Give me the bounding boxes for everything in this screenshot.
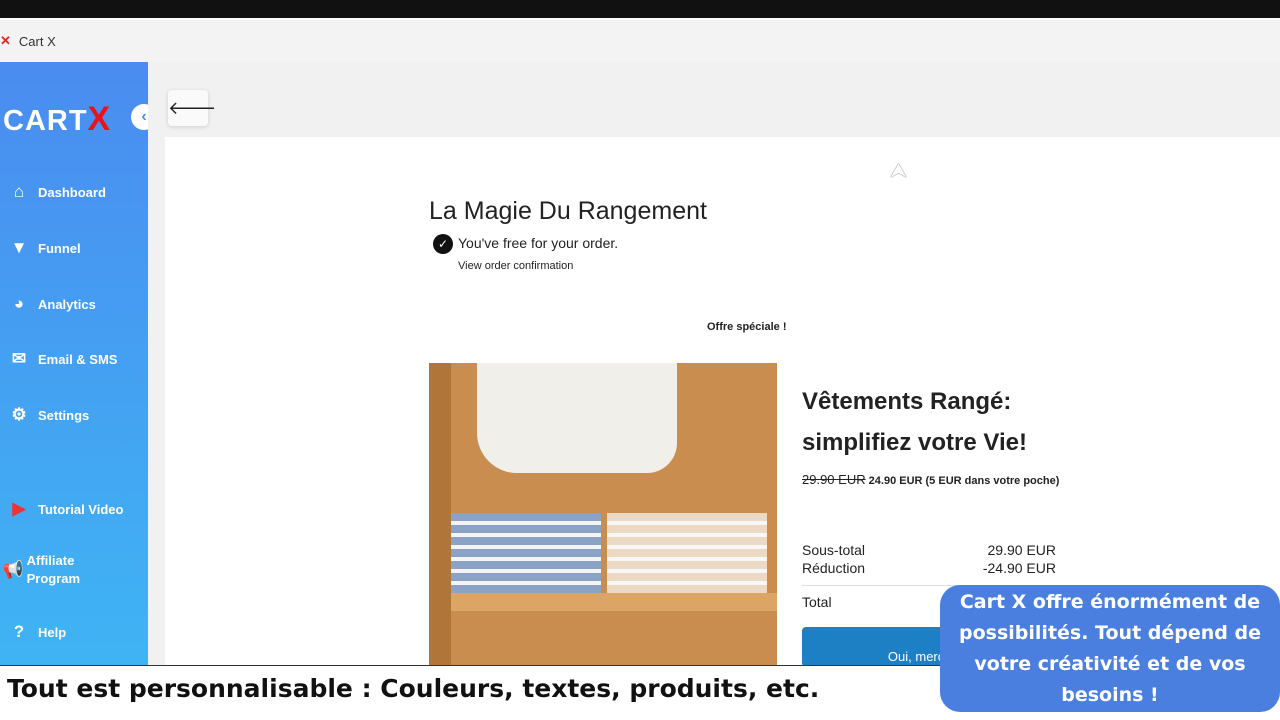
tab-title[interactable]: Cart X [19,34,56,49]
summary-row-discount: Réduction -24.90 EUR [802,560,1056,576]
sidebar-item-funnel[interactable]: ▼ Funnel [0,238,148,258]
cartx-favicon-icon: ✕ [0,33,11,48]
video-icon: ▶ [12,499,26,518]
funnel-icon: ▼ [10,238,28,257]
back-button[interactable]: 🡐 [168,90,216,126]
email-icon: ✉ [11,349,27,368]
sidebar-item-affiliate[interactable]: 📢 Affiliate Program [0,552,100,588]
megaphone-icon: 📢 [2,560,24,579]
top-border [0,0,1280,20]
sidebar-item-analytics[interactable]: ◕ Analytics [0,294,148,314]
check-icon: ✓ [433,234,453,254]
offer-label: Offre spéciale ! [707,321,787,333]
sidebar-item-settings[interactable]: ⚙ Settings [0,405,148,425]
sidebar-item-email-sms[interactable]: ✉ Email & SMS [0,349,148,369]
page-title: La Magie Du Rangement [429,197,707,225]
mouse-cursor-icon: ⮝ [890,160,907,182]
view-order-link[interactable]: View order confirmation [458,260,573,272]
arrow-left-icon: 🡐 [168,98,217,118]
product-price: 29.90 EUR 24.90 EUR (5 EUR dans votre po… [802,472,1060,487]
tab-bar: ✕ Cart X [0,20,1280,62]
main-area: 🡐 La Magie Du Rangement ✓ You've free fo… [148,62,1280,667]
sidebar-item-tutorial-video[interactable]: ▶ Tutorial Video [0,499,148,519]
logo: CARTX [3,100,112,138]
sidebar-item-help[interactable]: ? Help [0,622,148,642]
order-status: You've free for your order. [458,235,619,251]
gear-icon: ⚙ [11,405,27,424]
product-title: Vêtements Rangé: simplifiez votre Vie! [802,388,1027,456]
product-image [429,363,777,665]
sidebar-item-dashboard[interactable]: ⌂ Dashboard [0,182,148,202]
home-icon: ⌂ [13,182,25,201]
pie-chart-icon: ◕ [13,294,25,313]
sidebar: CARTX ‹ ⌂ Dashboard ▼ Funnel ◕ Analytics ✉ E… [0,62,157,665]
summary-row-subtotal: Sous-total 29.90 EUR [802,542,1056,558]
callout-bubble: Cart X offre énormément de possibilités.… [940,585,1280,712]
help-icon: ? [13,622,25,641]
